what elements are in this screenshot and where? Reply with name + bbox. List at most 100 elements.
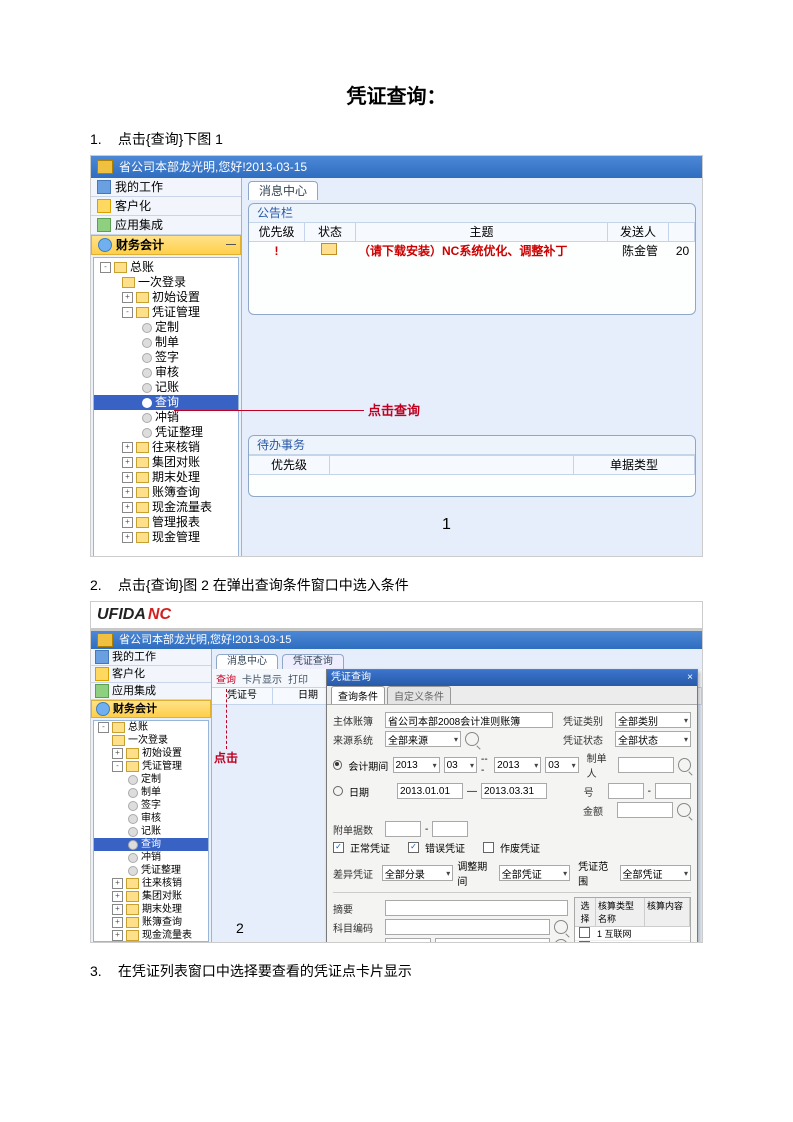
tool-card[interactable]: 卡片显示: [242, 671, 282, 686]
tree-leaf[interactable]: 制单: [94, 335, 238, 350]
radio-period[interactable]: [333, 760, 342, 770]
chk-void[interactable]: [483, 842, 494, 853]
collapse-icon[interactable]: -: [100, 262, 111, 273]
tab-cond[interactable]: 查询条件: [331, 686, 385, 704]
tree-leaf[interactable]: 冲销: [94, 851, 208, 864]
input-no2[interactable]: [655, 783, 691, 799]
input-zy[interactable]: [385, 900, 568, 916]
sel-incl[interactable]: 包含▾: [385, 938, 431, 943]
input-subj[interactable]: [385, 919, 550, 935]
sel-m2[interactable]: 03▾: [545, 757, 578, 773]
collapse-icon[interactable]: -: [98, 722, 109, 733]
side2-app[interactable]: 应用集成: [91, 683, 211, 700]
tree-node[interactable]: -凭证管理: [94, 760, 208, 773]
tree-node[interactable]: +现金流量表: [94, 929, 208, 942]
expand-icon[interactable]: +: [112, 904, 123, 915]
tree-leaf[interactable]: 记账: [94, 825, 208, 838]
sidebar-item-mywork[interactable]: 我的工作: [91, 178, 241, 197]
listbox-row[interactable]: 1 互联网: [575, 927, 690, 941]
select-state[interactable]: 全部状态▾: [615, 731, 691, 747]
select-src[interactable]: 全部来源▾: [385, 731, 461, 747]
aux-listbox[interactable]: 选择 核算类型名称 核算内容 1 互联网 客商 部门档案 人员档案 部门档案 资…: [574, 897, 691, 943]
tree-node[interactable]: +集团对账: [94, 455, 238, 470]
input-maker[interactable]: [618, 757, 674, 773]
chk-normal[interactable]: ✓: [333, 842, 344, 853]
tree-node[interactable]: +初始设置: [94, 290, 238, 305]
tab-msgcenter[interactable]: 消息中心: [248, 181, 318, 200]
sidebar-item-app[interactable]: 应用集成: [91, 216, 241, 235]
tab-msgcenter-2[interactable]: 消息中心: [216, 654, 278, 669]
tree-node[interactable]: +管理报表: [94, 515, 238, 530]
tree-node[interactable]: +往来核销: [94, 877, 208, 890]
tree-root[interactable]: -总账: [94, 260, 238, 275]
minimize-icon[interactable]: —: [226, 236, 236, 254]
tree-node[interactable]: 一次登录: [94, 734, 208, 747]
expand-icon[interactable]: +: [112, 878, 123, 889]
select-type[interactable]: 全部类别▾: [615, 712, 691, 728]
search-icon[interactable]: [465, 732, 479, 746]
tree-node[interactable]: 一次登录: [94, 275, 238, 290]
expand-icon[interactable]: +: [122, 532, 133, 543]
tree-node[interactable]: +现金流量表: [94, 500, 238, 515]
tree-leaf[interactable]: 签字: [94, 799, 208, 812]
expand-icon[interactable]: +: [112, 930, 123, 941]
tree-node[interactable]: +现金管理: [94, 530, 238, 545]
radio-date[interactable]: [333, 786, 343, 796]
search-icon[interactable]: [554, 920, 568, 934]
tree-leaf[interactable]: 冲销: [94, 410, 238, 425]
collapse-icon[interactable]: -: [122, 307, 133, 318]
checkbox[interactable]: [579, 941, 590, 943]
expand-icon[interactable]: +: [122, 292, 133, 303]
tree-node-voucher[interactable]: -凭证管理: [94, 305, 238, 320]
side2-kehu[interactable]: 客户化: [91, 666, 211, 683]
input-date2[interactable]: 2013.03.31: [481, 783, 547, 799]
search-icon[interactable]: [554, 939, 568, 943]
tool-query[interactable]: 查询: [216, 671, 236, 686]
bulletin-row[interactable]: ! （请下载安装）NC系统优化、调整补丁 陈金管 20: [249, 242, 695, 260]
tree-node[interactable]: +期末处理: [94, 903, 208, 916]
tree-node[interactable]: +往来核销: [94, 440, 238, 455]
input-cash2[interactable]: [432, 821, 468, 837]
expand-icon[interactable]: +: [112, 917, 123, 928]
expand-icon[interactable]: +: [122, 517, 133, 528]
tree-root[interactable]: -总账: [94, 721, 208, 734]
tree-leaf[interactable]: 记账: [94, 380, 238, 395]
input-no1[interactable]: [608, 783, 644, 799]
close-icon[interactable]: ×: [687, 670, 693, 686]
tree-leaf[interactable]: 审核: [94, 365, 238, 380]
tree-leaf[interactable]: 凭证整理: [94, 425, 238, 440]
input-cash1[interactable]: [385, 821, 421, 837]
tree-node[interactable]: +账簿查询: [94, 485, 238, 500]
input-date1[interactable]: 2013.01.01: [397, 783, 463, 799]
expand-icon[interactable]: +: [122, 502, 133, 513]
sel-y1[interactable]: 2013▾: [393, 757, 440, 773]
input-money[interactable]: [617, 802, 673, 818]
expand-icon[interactable]: +: [122, 457, 133, 468]
expand-icon[interactable]: +: [112, 748, 123, 759]
sel-y2[interactable]: 2013▾: [494, 757, 541, 773]
input-book[interactable]: 省公司本部2008会计准则账簿: [385, 712, 553, 728]
search-icon[interactable]: [678, 758, 691, 772]
tree-leaf[interactable]: 定制: [94, 773, 208, 786]
collapse-icon[interactable]: -: [112, 761, 123, 772]
listbox-row[interactable]: 客商: [575, 941, 690, 943]
side2-mywork[interactable]: 我的工作: [91, 649, 211, 666]
tree-leaf[interactable]: 审核: [94, 812, 208, 825]
tree-node[interactable]: +集团对账: [94, 890, 208, 903]
expand-icon[interactable]: +: [122, 472, 133, 483]
tab-voucher-query[interactable]: 凭证查询: [282, 654, 344, 669]
expand-icon[interactable]: +: [122, 487, 133, 498]
sel-fan[interactable]: 全部凭证▾: [620, 865, 691, 881]
tree-leaf-query[interactable]: 查询: [94, 838, 208, 851]
input-opp[interactable]: [435, 938, 550, 943]
tree-leaf[interactable]: 凭证整理: [94, 864, 208, 877]
tree-node[interactable]: +账簿查询: [94, 916, 208, 929]
sel-diff-b[interactable]: 全部凭证▾: [499, 865, 570, 881]
sel-m1[interactable]: 03▾: [444, 757, 477, 773]
chk-err[interactable]: ✓: [408, 842, 419, 853]
tree-leaf-query[interactable]: 查询: [94, 395, 238, 410]
side2-acct[interactable]: 财务会计: [91, 700, 211, 718]
expand-icon[interactable]: +: [112, 891, 123, 902]
tree-leaf[interactable]: 定制: [94, 320, 238, 335]
tree-leaf[interactable]: 签字: [94, 350, 238, 365]
